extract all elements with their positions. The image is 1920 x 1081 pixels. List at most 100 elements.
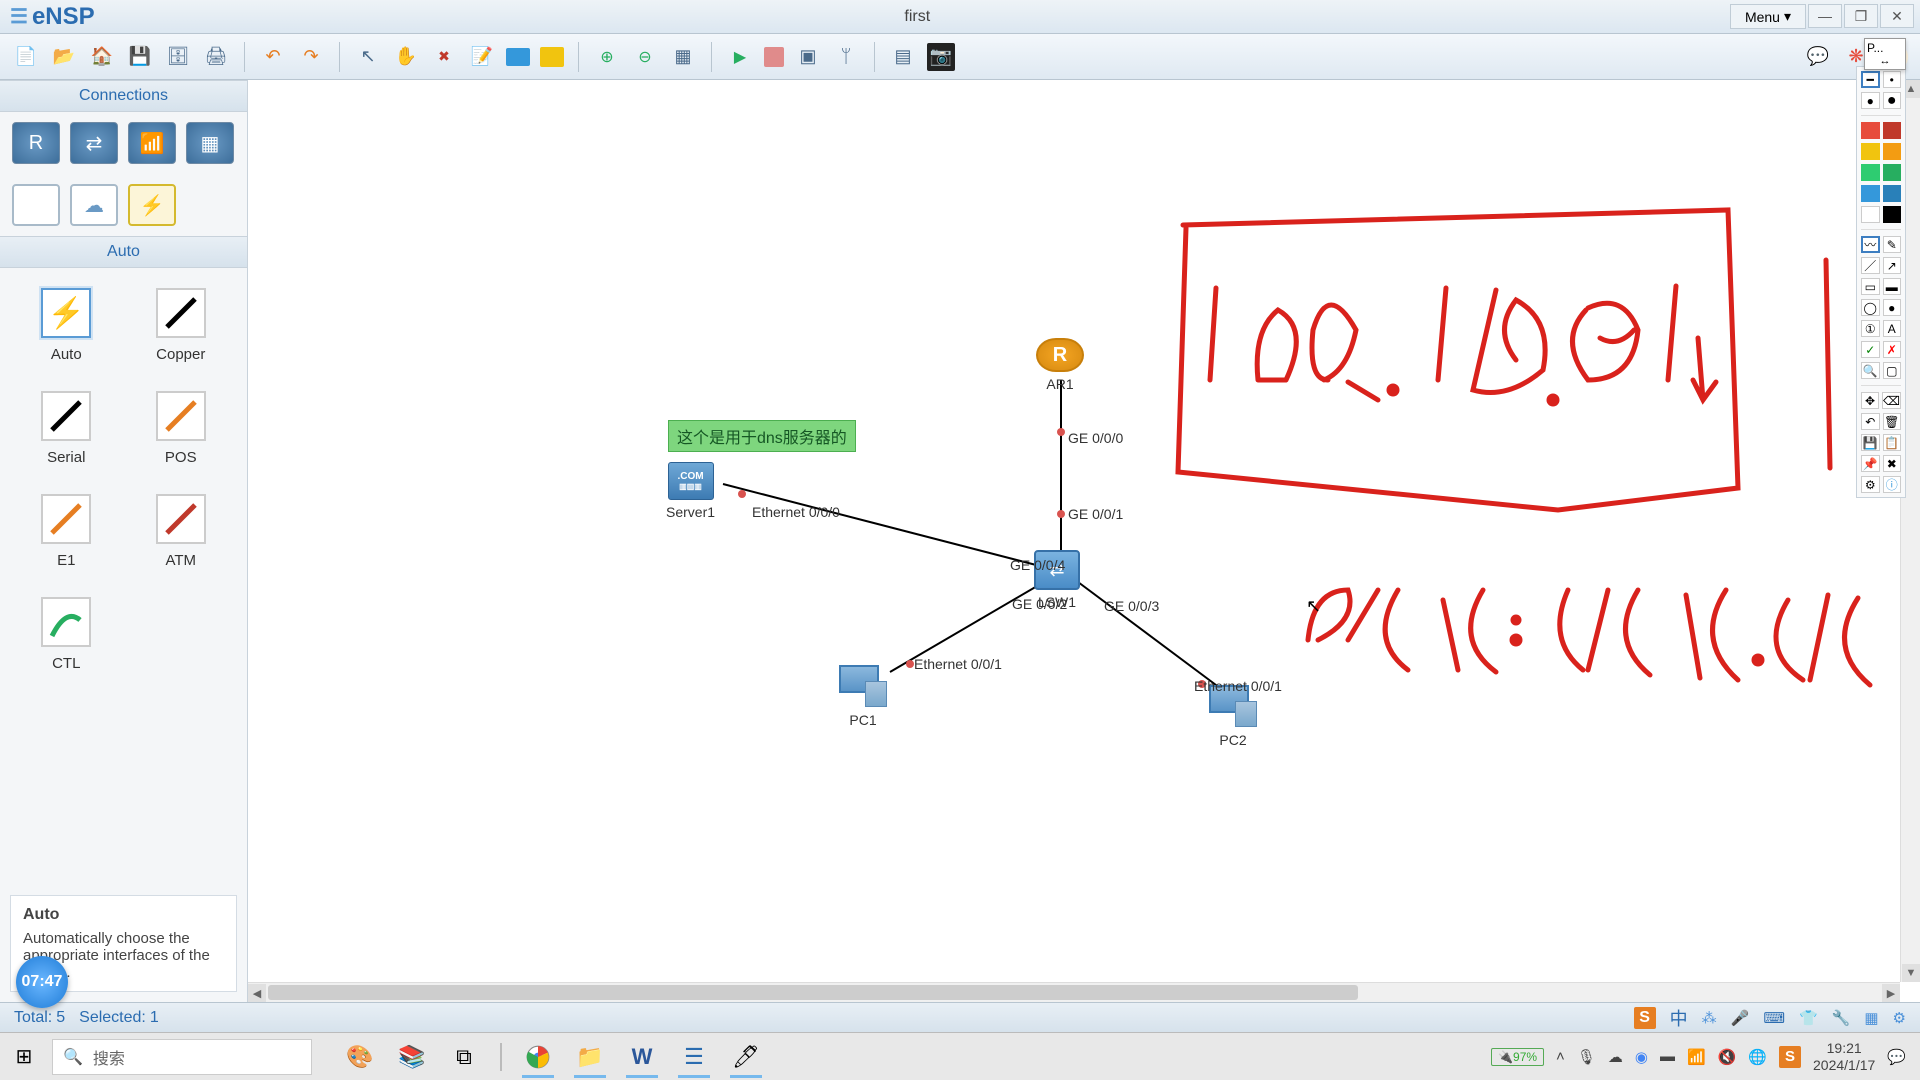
tray-up-icon[interactable]: ˄ (1556, 1048, 1565, 1065)
scroll-thumb[interactable] (268, 985, 1358, 1000)
color-orange[interactable] (1883, 143, 1902, 160)
maximize-button[interactable]: ❐ (1844, 4, 1878, 28)
tray-clock[interactable]: 19:21 2024/1/17 (1813, 1040, 1875, 1074)
color-darkgreen[interactable] (1883, 164, 1902, 181)
start-button[interactable]: ⊞ (0, 1033, 48, 1081)
dot-med-button[interactable]: ● (1861, 92, 1880, 109)
stop-button[interactable] (764, 47, 784, 67)
taskbar-app-taskview[interactable]: ⧉ (440, 1036, 488, 1078)
save-all-button[interactable]: 🗄 (164, 43, 192, 71)
save-annot-button[interactable]: 💾 (1861, 434, 1880, 451)
tray-grid-icon[interactable]: ▦ (1864, 1009, 1878, 1027)
sogou-ime-icon[interactable]: S (1634, 1007, 1656, 1029)
new-file-button[interactable]: 📄 (12, 43, 40, 71)
taskbar-search[interactable]: 🔍 搜索 (52, 1039, 312, 1075)
rect-fill-button[interactable]: ▬ (1883, 278, 1902, 295)
taskbar-ensp[interactable]: ☰ (670, 1036, 718, 1078)
taskbar-chrome[interactable] (514, 1036, 562, 1078)
palette-switch[interactable]: ⇄ (70, 122, 118, 164)
tray-onedrive-icon[interactable]: ☁ (1608, 1048, 1623, 1066)
pen-tool-button[interactable]: 〰 (1861, 236, 1880, 253)
fit-button[interactable]: ▦ (669, 43, 697, 71)
connection-serial[interactable]: Serial (34, 391, 99, 466)
color-white[interactable] (1861, 206, 1880, 223)
connection-atm[interactable]: ATM (149, 494, 214, 569)
cross-tool-button[interactable]: ✗ (1883, 341, 1902, 358)
taskbar-epic-pen[interactable]: 🖊 (722, 1036, 770, 1078)
horizontal-scrollbar[interactable]: ◀ ▶ (248, 982, 1900, 1002)
rect-tool-button[interactable]: ▭ (1861, 278, 1880, 295)
select-tool-button[interactable]: ↖ (354, 43, 382, 71)
scroll-left-arrow[interactable]: ◀ (248, 984, 266, 1002)
move-tool-button[interactable]: ✥ (1861, 392, 1879, 409)
color-yellow[interactable] (1861, 143, 1880, 160)
zoom-tool-button[interactable]: 🔍 (1861, 362, 1880, 379)
tray-tool-icon[interactable]: 🔧 (1832, 1009, 1851, 1027)
minimize-button[interactable]: — (1808, 4, 1842, 28)
tray-gear-icon[interactable]: ⚙ (1893, 1009, 1906, 1027)
check-tool-button[interactable]: ✓ (1861, 341, 1880, 358)
tray-sogou-icon[interactable]: S (1779, 1046, 1801, 1068)
battery-indicator[interactable]: 🔌97% (1491, 1048, 1544, 1066)
node-server1[interactable]: .COM▥▥▥ Server1 (666, 462, 715, 520)
ruler-button[interactable]: ▢ (1883, 362, 1902, 379)
palette-wireless[interactable]: 📶 (128, 122, 176, 164)
number-tool-button[interactable]: ① (1861, 320, 1880, 337)
tray-mic2-icon[interactable]: 🎙 (1577, 1048, 1596, 1066)
recording-timer-badge[interactable]: 07:47 (16, 956, 68, 1008)
taskbar-app-books[interactable]: 📚 (388, 1036, 436, 1078)
dot-large-button[interactable]: ● (1883, 92, 1902, 109)
tray-volume-icon[interactable]: 🔇 (1718, 1048, 1737, 1066)
canvas-note[interactable]: 这个是用于dns服务器的 (668, 420, 856, 452)
palette-flash[interactable]: ⚡ (128, 184, 176, 226)
grid-button[interactable]: ▤ (889, 43, 917, 71)
dot-small-button[interactable]: • (1883, 71, 1901, 88)
connection-auto[interactable]: ⚡ Auto (34, 288, 99, 363)
tray-emoji-icon[interactable]: ⁂ (1702, 1009, 1717, 1027)
ime-lang[interactable]: 中 (1670, 1005, 1688, 1031)
info-button[interactable]: ⓘ (1883, 476, 1902, 493)
start-button[interactable]: ▶ (726, 43, 754, 71)
scroll-right-arrow[interactable]: ▶ (1882, 984, 1900, 1002)
ellipse-tool-button[interactable]: ◯ (1861, 299, 1880, 316)
menu-button[interactable]: Menu▾ (1730, 4, 1806, 29)
connection-copper[interactable]: Copper (149, 288, 214, 363)
taskbar-app-paint[interactable]: 🎨 (336, 1036, 384, 1078)
topology-button[interactable]: ᛘ (832, 43, 860, 71)
copy-button[interactable]: 📋 (1883, 434, 1902, 451)
eraser-button[interactable]: ⌫ (1882, 392, 1901, 409)
settings-button[interactable]: ⚙ (1861, 476, 1880, 493)
screenshot-button[interactable]: 📷 (927, 43, 955, 71)
delete-button[interactable]: ✖ (430, 43, 458, 71)
home-button[interactable]: 🏠 (88, 43, 116, 71)
taskbar-word[interactable]: W (618, 1036, 666, 1078)
line-thin-button[interactable]: ━ (1861, 71, 1880, 88)
open-file-button[interactable]: 📂 (50, 43, 78, 71)
color-red[interactable] (1861, 122, 1880, 139)
canvas-area[interactable]: 这个是用于dns服务器的 R AR1 GE 0/0/0 ⇄ LSW1 GE 0/… (248, 80, 1920, 1002)
tray-skin-icon[interactable]: 👕 (1799, 1009, 1818, 1027)
chat-button[interactable]: 💬 (1804, 43, 1832, 71)
tray-battery-icon[interactable]: ▬ (1660, 1048, 1675, 1065)
trash-button[interactable]: 🗑 (1883, 413, 1902, 430)
tray-keyboard-icon[interactable]: ⌨ (1763, 1009, 1785, 1027)
redo-button[interactable]: ↷ (297, 43, 325, 71)
ellipse-fill-button[interactable]: ● (1883, 299, 1902, 316)
tray-notifications-icon[interactable]: 💬 (1887, 1048, 1906, 1066)
connection-ctl[interactable]: CTL (34, 597, 99, 672)
save-button[interactable]: 💾 (126, 43, 154, 71)
zoom-in-button[interactable]: ⊕ (593, 43, 621, 71)
print-button[interactable]: 🖨 (202, 43, 230, 71)
close-annot-button[interactable]: ✖ (1883, 455, 1902, 472)
note-button[interactable]: 📝 (468, 43, 496, 71)
close-window-button[interactable]: ✕ (1880, 4, 1914, 28)
sticky-button[interactable] (540, 47, 564, 67)
connection-e1[interactable]: E1 (34, 494, 99, 569)
tray-mic-icon[interactable]: 🎤 (1731, 1009, 1750, 1027)
color-green[interactable] (1861, 164, 1880, 181)
tray-lang-icon[interactable]: 🌐 (1748, 1048, 1767, 1066)
zoom-out-button[interactable]: ⊖ (631, 43, 659, 71)
node-ar1[interactable]: R AR1 (1036, 338, 1084, 392)
color-darkblue[interactable] (1883, 185, 1902, 202)
undo-button[interactable]: ↶ (259, 43, 287, 71)
